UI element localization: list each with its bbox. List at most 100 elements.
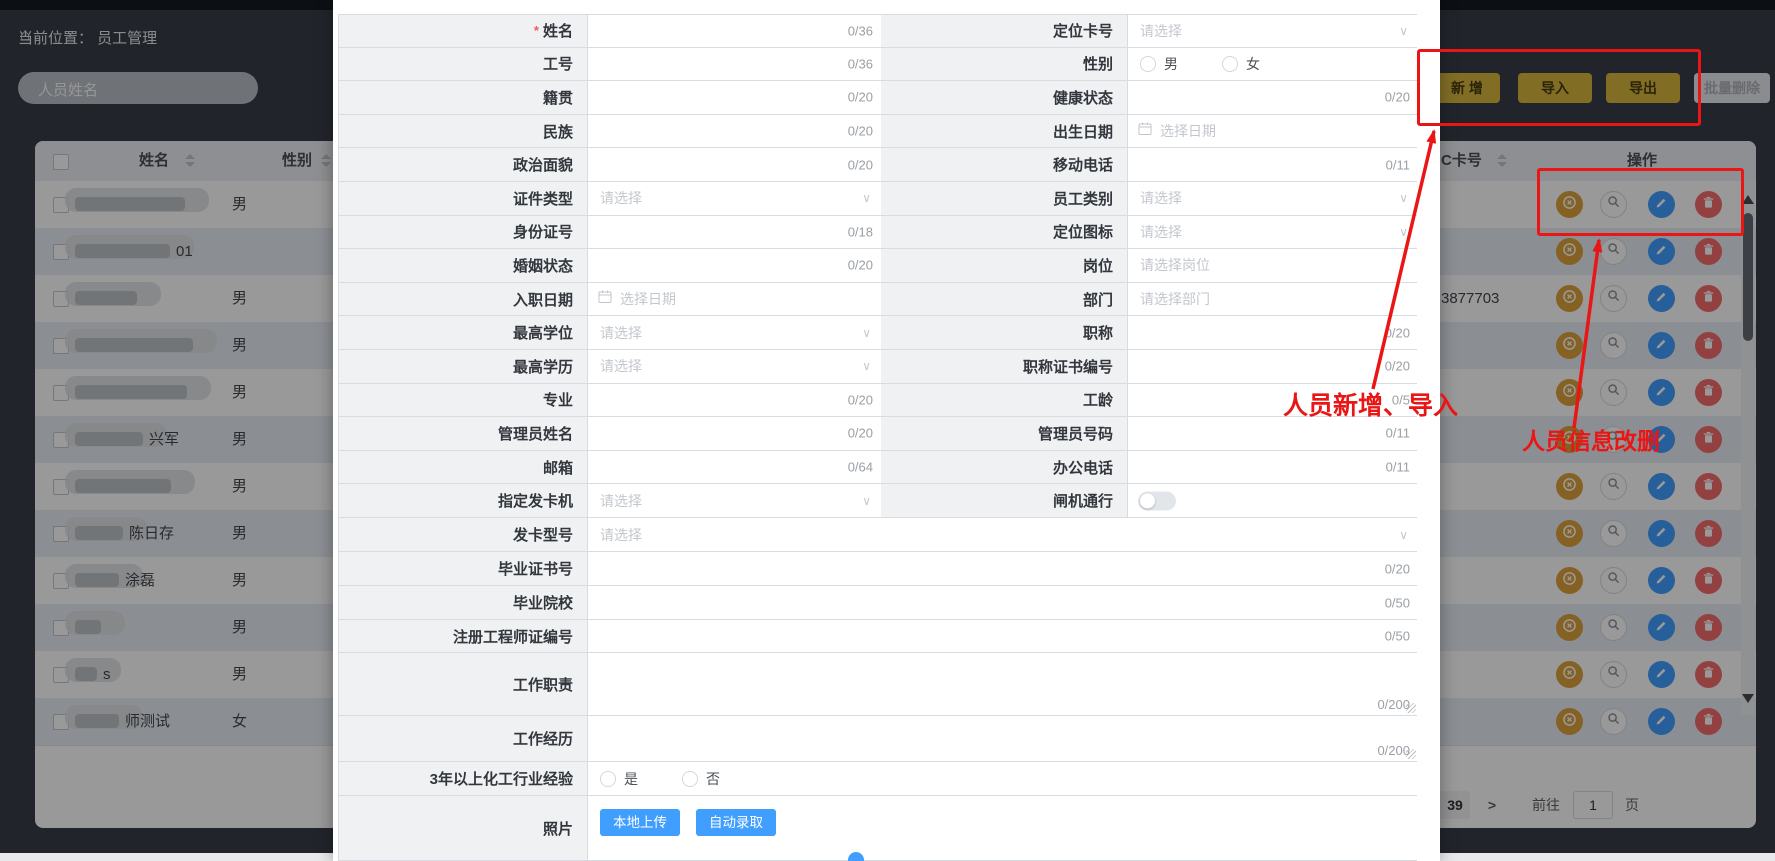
political-status-label: 政治面貌 bbox=[339, 148, 588, 181]
title-cert-no-field[interactable]: 0/20 bbox=[1128, 350, 1418, 383]
job-duty-field[interactable]: 0/200 bbox=[588, 653, 1418, 715]
email-field[interactable]: 0/64 bbox=[588, 451, 881, 484]
radio-icon[interactable] bbox=[600, 771, 616, 787]
name-field[interactable]: 0/36 bbox=[588, 15, 881, 47]
radio-icon[interactable] bbox=[1222, 56, 1238, 72]
select-placeholder: 请选择 bbox=[600, 525, 642, 545]
select-placeholder: 请选择岗位 bbox=[1140, 255, 1210, 275]
chemical-experience-field[interactable]: 是否 bbox=[588, 762, 1418, 795]
native-place-field[interactable]: 0/20 bbox=[588, 81, 881, 114]
work-years-label: 工龄 bbox=[881, 384, 1128, 417]
form-row: 工作经历 0/200 bbox=[338, 716, 1417, 762]
employee-type-field[interactable]: 请选择∨ bbox=[1128, 182, 1418, 215]
ethnicity-label: 民族 bbox=[339, 115, 588, 148]
form-row: 毕业证书号0/20 bbox=[338, 552, 1417, 586]
annotation-box-row-actions bbox=[1537, 168, 1744, 236]
locator-card-no-label: 定位卡号 bbox=[881, 15, 1128, 47]
field-label-text: 最高学历 bbox=[513, 356, 573, 377]
card-issuer-field[interactable]: 请选择∨ bbox=[588, 484, 881, 517]
hire-date-label: 入职日期 bbox=[339, 283, 588, 316]
hire-date-field[interactable]: 选择日期 bbox=[588, 283, 881, 316]
id-number-field[interactable]: 0/18 bbox=[588, 216, 881, 249]
marital-status-field[interactable]: 0/20 bbox=[588, 249, 881, 282]
major-field[interactable]: 0/20 bbox=[588, 384, 881, 417]
field-label-text: 身份证号 bbox=[513, 221, 573, 242]
field-label-text: 移动电话 bbox=[1053, 154, 1113, 175]
registered-engineer-cert-no-field[interactable]: 0/50 bbox=[588, 620, 1418, 652]
field-label-text: 定位卡号 bbox=[1053, 20, 1113, 41]
form-row: 政治面貌 0/20 移动电话 0/11 bbox=[338, 148, 1417, 182]
field-label-text: 性别 bbox=[1083, 53, 1113, 74]
field-label-text: 最高学位 bbox=[513, 322, 573, 343]
radio-label: 是 bbox=[624, 769, 638, 789]
locator-icon-field[interactable]: 请选择∨ bbox=[1128, 216, 1418, 249]
char-counter: 0/20 bbox=[848, 157, 873, 172]
locator-icon-label: 定位图标 bbox=[881, 216, 1128, 249]
health-status-label: 健康状态 bbox=[881, 81, 1128, 114]
employee-form-modal: *姓名0/36定位卡号请选择∨工号0/36性别男女籍贯0/20健康状态0/20民… bbox=[333, 0, 1440, 861]
job-title-field[interactable]: 0/20 bbox=[1128, 316, 1418, 349]
gender-field[interactable]: 男女 bbox=[1128, 48, 1418, 81]
diploma-no-field[interactable]: 0/20 bbox=[588, 552, 1418, 585]
local-upload-button[interactable]: 本地上传 bbox=[600, 809, 680, 836]
field-label-text: 职称 bbox=[1083, 322, 1113, 343]
resize-grip-icon[interactable] bbox=[1406, 749, 1416, 759]
department-field[interactable]: 请选择部门 bbox=[1128, 283, 1418, 316]
field-label-text: 管理员号码 bbox=[1038, 423, 1113, 444]
field-label-text: 工作经历 bbox=[513, 728, 573, 749]
radio-icon[interactable] bbox=[1140, 56, 1156, 72]
diploma-no-label: 毕业证书号 bbox=[339, 552, 588, 585]
locator-card-no-field[interactable]: 请选择∨ bbox=[1128, 15, 1418, 47]
radio-icon[interactable] bbox=[682, 771, 698, 787]
chemical-experience-radio-group: 是否 bbox=[600, 762, 764, 795]
resize-grip-icon[interactable] bbox=[1406, 703, 1416, 713]
field-label-text: 发卡型号 bbox=[513, 524, 573, 545]
admin-no-field[interactable]: 0/11 bbox=[1128, 417, 1418, 450]
political-status-field[interactable]: 0/20 bbox=[588, 148, 881, 181]
photo-field[interactable]: 本地上传自动录取 bbox=[588, 796, 1418, 860]
chevron-down-icon: ∨ bbox=[1399, 225, 1408, 239]
office-phone-label: 办公电话 bbox=[881, 451, 1128, 484]
work-experience-field[interactable]: 0/200 bbox=[588, 716, 1418, 761]
graduate-school-field[interactable]: 0/50 bbox=[588, 586, 1418, 619]
employee-no-label: 工号 bbox=[339, 48, 588, 81]
char-counter: 0/64 bbox=[848, 460, 873, 475]
health-status-field[interactable]: 0/20 bbox=[1128, 81, 1418, 114]
highest-education-field[interactable]: 请选择∨ bbox=[588, 350, 881, 383]
id-type-field[interactable]: 请选择∨ bbox=[588, 182, 881, 215]
field-label-text: 照片 bbox=[543, 818, 573, 839]
select-placeholder: 请选择 bbox=[600, 323, 642, 343]
char-counter: 0/11 bbox=[1386, 426, 1410, 441]
employee-type-label: 员工类别 bbox=[881, 182, 1128, 215]
char-counter: 0/20 bbox=[1385, 325, 1410, 340]
form-row: 最高学位请选择∨ 职称 0/20 bbox=[338, 316, 1417, 350]
auto-capture-button[interactable]: 自动录取 bbox=[696, 809, 776, 836]
char-counter: 0/36 bbox=[848, 56, 873, 71]
birth-date-field[interactable]: 选择日期 bbox=[1128, 115, 1418, 148]
work-experience-label: 工作经历 bbox=[339, 716, 588, 761]
field-label-text: 3年以上化工行业经验 bbox=[430, 768, 573, 789]
date-placeholder: 选择日期 bbox=[620, 289, 676, 309]
mobile-phone-field[interactable]: 0/11 bbox=[1128, 148, 1418, 181]
card-model-field[interactable]: 请选择∨ bbox=[588, 518, 1418, 551]
form-row: 最高学历请选择∨职称证书编号0/20 bbox=[338, 350, 1417, 384]
employee-no-field[interactable]: 0/36 bbox=[588, 48, 881, 81]
field-label-text: 民族 bbox=[543, 121, 573, 142]
form-row: *姓名0/36定位卡号请选择∨ bbox=[338, 14, 1417, 48]
post-field[interactable]: 请选择岗位 bbox=[1128, 249, 1418, 282]
admin-name-field[interactable]: 0/20 bbox=[588, 417, 881, 450]
required-asterisk: * bbox=[534, 23, 539, 38]
office-phone-field[interactable]: 0/11 bbox=[1128, 451, 1418, 484]
field-label-text: 籍贯 bbox=[543, 87, 573, 108]
highest-degree-field[interactable]: 请选择∨ bbox=[588, 316, 881, 349]
char-counter: 0/20 bbox=[848, 392, 873, 407]
gate-pass-field[interactable] bbox=[1128, 484, 1418, 517]
char-counter: 0/20 bbox=[848, 124, 873, 139]
chevron-down-icon: ∨ bbox=[1399, 191, 1408, 205]
ethnicity-field[interactable]: 0/20 bbox=[588, 115, 881, 148]
gate-pass-toggle[interactable] bbox=[1138, 491, 1176, 510]
form-row: 照片本地上传自动录取 bbox=[338, 796, 1417, 861]
highest-education-label: 最高学历 bbox=[339, 350, 588, 383]
field-label-text: 婚姻状态 bbox=[513, 255, 573, 276]
card-issuer-label: 指定发卡机 bbox=[339, 484, 588, 517]
